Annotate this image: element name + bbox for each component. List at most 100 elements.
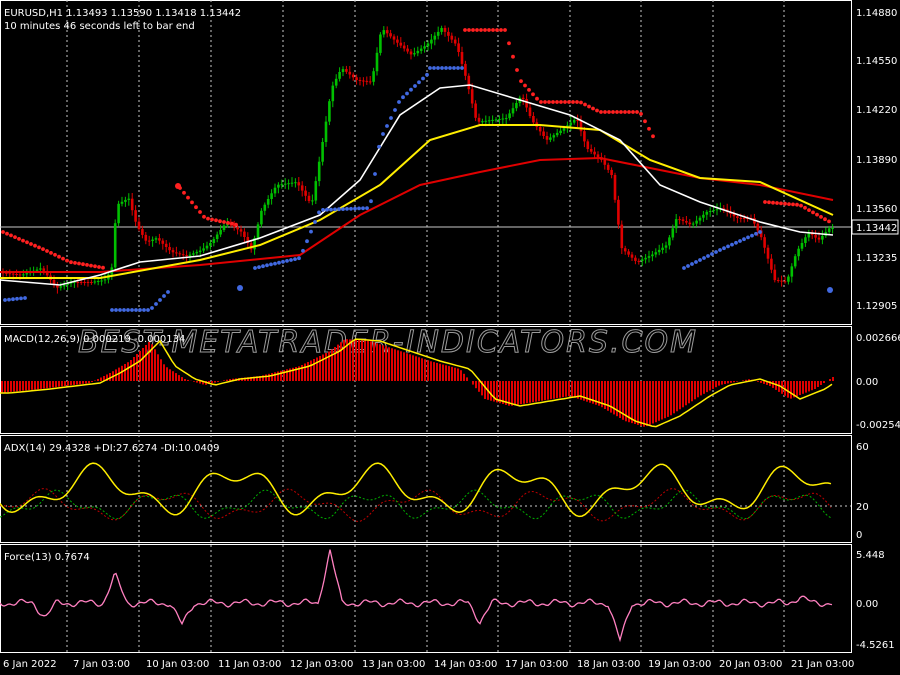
candle-body bbox=[300, 185, 304, 191]
trailing-stop-dot bbox=[401, 95, 405, 100]
trailing-stop-dot bbox=[9, 233, 13, 238]
macd-tick: 0.002666 bbox=[856, 333, 900, 344]
trailing-stop-dot bbox=[325, 207, 329, 212]
trailing-stop-dot bbox=[333, 207, 337, 212]
trailing-stop-dot bbox=[531, 92, 535, 97]
trailing-stop-dot bbox=[345, 207, 349, 211]
trailing-stop-dot bbox=[491, 28, 495, 32]
candle-body bbox=[793, 256, 797, 267]
candle-body bbox=[287, 183, 290, 185]
trailing-stop-dot bbox=[623, 110, 627, 114]
trailing-stop-dot bbox=[49, 251, 53, 255]
time-axis[interactable]: 6 Jan 2022 7 Jan 03:00 10 Jan 03:00 11 J… bbox=[3, 659, 854, 670]
candle-body bbox=[341, 69, 345, 72]
candle-body bbox=[688, 222, 692, 225]
trailing-stop-dot bbox=[234, 222, 238, 227]
trailing-stop-dot bbox=[301, 248, 305, 253]
candle-body bbox=[175, 252, 178, 254]
time-tick: 12 Jan 03:00 bbox=[290, 659, 353, 670]
candle-body bbox=[321, 142, 324, 162]
trailing-stop-dot bbox=[126, 308, 130, 312]
trailing-stop-dot bbox=[643, 119, 647, 124]
trailing-stop-dot bbox=[23, 296, 27, 300]
candle-body bbox=[355, 77, 358, 80]
candle-body bbox=[644, 257, 647, 260]
candle-body bbox=[416, 50, 420, 54]
candle-body bbox=[178, 253, 182, 255]
candle-body bbox=[358, 80, 362, 81]
price-axis[interactable]: 1.14880 1.14550 1.14220 1.13890 1.13560 … bbox=[851, 8, 899, 312]
trailing-stop-dot bbox=[706, 254, 710, 258]
candle-body bbox=[817, 237, 821, 240]
time-tick: 21 Jan 03:00 bbox=[791, 659, 854, 670]
price-tick: 1.14220 bbox=[856, 105, 897, 116]
candle-body bbox=[239, 229, 243, 232]
candle-body bbox=[827, 228, 831, 233]
trailing-stop-dot bbox=[17, 237, 21, 241]
force-tick: 5.448 bbox=[856, 550, 885, 561]
candle-body bbox=[8, 273, 12, 275]
candle-body bbox=[236, 227, 239, 230]
candle-body bbox=[474, 103, 477, 118]
trailing-stop-dot bbox=[162, 294, 166, 298]
candle-body bbox=[661, 247, 664, 250]
trailing-stop-dot bbox=[694, 260, 698, 264]
force-tick: 0.00 bbox=[856, 599, 878, 610]
candle-body bbox=[620, 224, 624, 249]
trailing-stop-dot bbox=[714, 250, 718, 254]
trading-chart[interactable]: BEST-METATRADER-INDICATORS.COM EURUSD,H1… bbox=[0, 0, 900, 675]
candle-body bbox=[685, 221, 688, 223]
candle-body bbox=[307, 195, 311, 201]
trailing-stop-dot bbox=[321, 208, 325, 212]
trailing-stop-dot bbox=[175, 183, 181, 189]
candle-body bbox=[702, 214, 705, 218]
force-panel[interactable] bbox=[0, 544, 852, 653]
trailing-stop-dot bbox=[85, 263, 89, 267]
trailing-stop-dot bbox=[471, 28, 475, 32]
adx-header: ADX(14) 29.4328 +DI:27.6274 -DI:10.0409 bbox=[4, 443, 220, 454]
main-price-panel[interactable] bbox=[0, 0, 852, 325]
candle-body bbox=[647, 256, 651, 258]
trailing-stop-dot bbox=[1, 230, 5, 234]
trailing-stop-dot bbox=[154, 302, 158, 306]
candle-body bbox=[460, 52, 464, 64]
trailing-stop-dot bbox=[25, 240, 29, 245]
candle-body bbox=[562, 128, 566, 131]
trailing-stop-dot bbox=[571, 100, 575, 104]
candle-body bbox=[311, 200, 314, 202]
price-tick: 1.13235 bbox=[856, 253, 897, 264]
candle-body bbox=[623, 248, 627, 252]
trailing-stop-dot bbox=[61, 256, 65, 261]
force-header: Force(13) 0.7674 bbox=[4, 552, 90, 563]
trailing-stop-dot bbox=[547, 100, 551, 104]
trailing-stop-dot bbox=[511, 54, 515, 59]
candle-body bbox=[192, 253, 195, 255]
candle-body bbox=[402, 45, 406, 49]
trailing-stop-dot bbox=[499, 28, 503, 32]
trailing-stop-dot bbox=[329, 207, 333, 212]
trailing-stop-dot bbox=[607, 110, 611, 114]
candle-body bbox=[362, 80, 365, 82]
trailing-stop-dot bbox=[698, 258, 702, 262]
trailing-stop-dot bbox=[309, 229, 313, 234]
candle-body bbox=[617, 199, 620, 225]
candle-body bbox=[113, 223, 117, 268]
trailing-stop-dot bbox=[543, 100, 547, 104]
trailing-stop-dot bbox=[783, 201, 787, 206]
candle-body bbox=[756, 223, 760, 231]
time-tick: 7 Jan 03:00 bbox=[73, 659, 130, 670]
trailing-stop-dot bbox=[313, 220, 317, 224]
candle-body bbox=[154, 238, 158, 240]
candle-body bbox=[494, 119, 498, 121]
trailing-stop-dot bbox=[452, 66, 456, 70]
candle-body bbox=[613, 175, 617, 200]
trailing-stop-dot bbox=[463, 28, 467, 32]
candle-body bbox=[423, 46, 426, 49]
trailing-stop-dot bbox=[5, 231, 9, 236]
trailing-stop-dot bbox=[369, 199, 373, 204]
trailing-stop-dot bbox=[567, 100, 571, 104]
price-tick: 1.14550 bbox=[856, 56, 897, 67]
candle-body bbox=[572, 119, 576, 123]
candle-body bbox=[205, 245, 209, 249]
trailing-stop-dot bbox=[479, 28, 483, 32]
